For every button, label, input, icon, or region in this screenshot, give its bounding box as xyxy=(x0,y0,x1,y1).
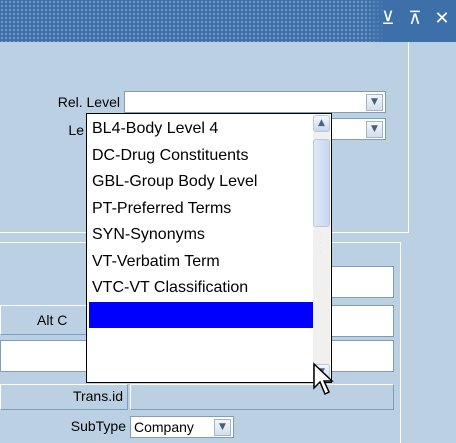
maximize-icon[interactable]: ⊼ xyxy=(403,7,427,31)
window-title-bar[interactable]: ⊻ ⊼ ✕ xyxy=(0,0,456,42)
list-item[interactable]: PT-Preferred Terms xyxy=(89,196,317,223)
list-item[interactable]: GBL-Group Body Level xyxy=(89,169,317,196)
rel-level-label: Rel. Level xyxy=(57,94,120,110)
rel-level-dropdown-icon[interactable]: ▼ xyxy=(366,94,383,111)
popup-scrollbar[interactable]: ▲ ···· ▼ xyxy=(313,115,330,381)
alt-code-label: Alt C xyxy=(37,312,68,328)
subtype-dropdown-icon[interactable]: ▼ xyxy=(214,419,231,436)
scroll-thumb[interactable] xyxy=(313,139,330,227)
scroll-up-icon[interactable]: ▲ xyxy=(313,115,330,132)
list-item[interactable]: SYN-Synonyms xyxy=(89,222,317,249)
subtype-select[interactable]: Company ▼ xyxy=(130,416,234,438)
mouse-pointer-icon xyxy=(313,362,334,396)
rel-level-popup-list[interactable]: BL4-Body Level 4 DC-Drug Constituents GBL-… xyxy=(86,113,332,383)
trans-id-label-box: Trans.id xyxy=(0,384,128,410)
close-icon[interactable]: ✕ xyxy=(430,7,454,31)
trans-id-label: Trans.id xyxy=(72,388,123,404)
rel-level-select[interactable]: ▼ xyxy=(124,91,386,113)
list-item[interactable]: BL4-Body Level 4 xyxy=(89,116,317,143)
minimize-icon[interactable]: ⊻ xyxy=(376,7,400,31)
list-item[interactable]: VTC-VT Classification xyxy=(89,275,317,302)
scroll-grip-icon: · · · · xyxy=(319,234,322,256)
list-item[interactable]: DC-Drug Constituents xyxy=(89,143,317,170)
subtype-value: Company xyxy=(134,419,194,435)
level-dropdown-icon[interactable]: ▼ xyxy=(366,121,383,138)
trans-id-field xyxy=(130,384,394,410)
list-item[interactable] xyxy=(89,301,317,328)
list-item[interactable]: VT-Verbatim Term xyxy=(89,249,317,276)
subtype-label: SubType xyxy=(70,418,126,434)
level-label: Le xyxy=(68,122,84,138)
popup-item-list: BL4-Body Level 4 DC-Drug Constituents GBL-… xyxy=(89,116,317,328)
